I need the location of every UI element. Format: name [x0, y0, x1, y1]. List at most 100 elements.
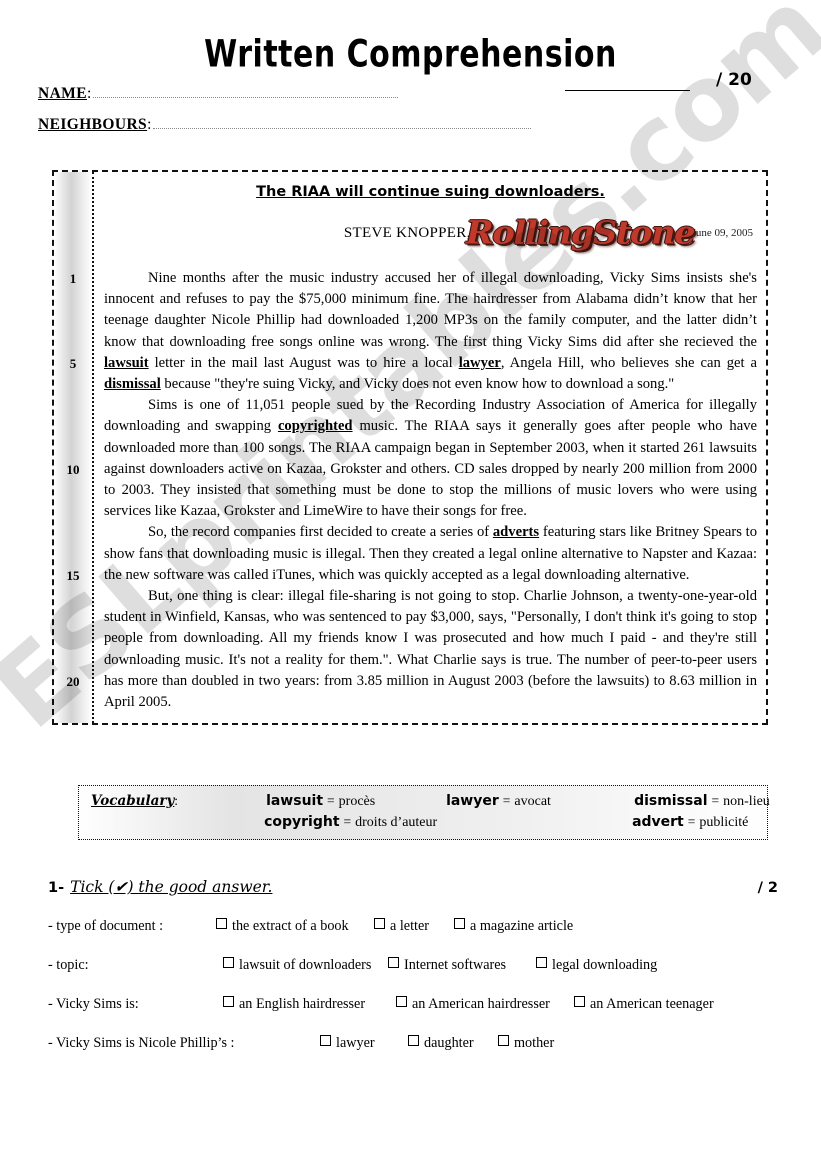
question-options: lawsuit of downloaders Internet software… — [223, 957, 657, 974]
option-label: an American hairdresser — [412, 996, 550, 1012]
checkbox-icon[interactable] — [223, 957, 234, 968]
option-checkbox-item[interactable]: a letter — [374, 918, 454, 935]
option-checkbox-item[interactable]: the extract of a book — [216, 918, 374, 935]
vocabulary-translation: non-lieu — [723, 794, 770, 809]
vocabulary-term: copyright — [264, 814, 340, 830]
article-paragraph: Sims is one of 11,051 people sued by the… — [104, 397, 757, 520]
question-row: - topic: lawsuit of downloaders Internet… — [48, 957, 778, 974]
vocabulary-entry: lawsuit = procès — [266, 793, 446, 810]
vocabulary-equals: = — [343, 814, 352, 829]
vocabulary-box: Vocabulary : lawsuit = procès lawyer = a… — [78, 785, 770, 840]
name-colon: : — [86, 85, 92, 102]
vocabulary-translation: procès — [338, 794, 376, 809]
checkbox-icon[interactable] — [216, 918, 227, 929]
checkbox-icon[interactable] — [374, 918, 385, 929]
article-headline: The RIAA will continue suing downloaders… — [256, 184, 605, 200]
option-checkbox-item[interactable]: an American hairdresser — [396, 996, 574, 1013]
score-entry-line[interactable] — [565, 74, 690, 91]
line-number: 20 — [66, 673, 80, 689]
page-title: Written Comprehension — [204, 32, 617, 77]
vocabulary-entry: dismissal = non-lieu — [634, 793, 770, 810]
option-checkbox-item[interactable]: an English hairdresser — [223, 996, 396, 1013]
option-checkbox-item[interactable]: daughter — [408, 1035, 498, 1052]
glossary-term: copyrighted — [277, 418, 353, 435]
score-area: / 20 — [565, 72, 780, 91]
line-number: 10 — [66, 461, 80, 477]
glossary-term: lawsuit — [104, 354, 149, 371]
question-options: an English hairdresser an American haird… — [223, 996, 714, 1013]
byline-date: June 09, 2005 — [691, 227, 753, 239]
option-label: Internet softwares — [404, 957, 507, 973]
option-label: a letter — [390, 918, 429, 934]
article-byline: STEVE KNOPPER, RollingStone June 09, 200… — [104, 214, 757, 252]
checkbox-icon[interactable] — [498, 1035, 509, 1046]
vocabulary-translation: avocat — [514, 794, 551, 809]
option-label: lawsuit of downloaders — [239, 957, 372, 973]
question-row: - Vicky Sims is Nicole Phillip’s : lawye… — [48, 1035, 778, 1052]
article-paragraph: But, one thing is clear: illegal file-sh… — [104, 588, 757, 711]
option-checkbox-item[interactable]: a magazine article — [454, 918, 573, 935]
vocabulary-translation: publicité — [699, 815, 749, 830]
checkbox-icon[interactable] — [223, 996, 234, 1007]
line-number: 1 — [69, 271, 77, 286]
question-label: - type of document : — [48, 918, 164, 934]
option-checkbox-item[interactable]: lawsuit of downloaders — [223, 957, 388, 974]
line-number-gutter: 1 5 10 15 20 — [54, 172, 94, 724]
vocabulary-entry: lawyer = avocat — [446, 793, 634, 810]
vocabulary-entry: advert = publicité — [632, 814, 748, 831]
question-options: lawyer daughter mother — [320, 1035, 554, 1052]
article-block: 1 5 10 15 20 The RIAA will continue suing do… — [52, 170, 768, 726]
neighbours-label: NEIGHBOURS — [38, 116, 148, 133]
line-number: 15 — [66, 567, 80, 583]
question-options: the extract of a book a letter a magazin… — [216, 918, 573, 935]
glossary-term: adverts — [492, 524, 540, 541]
checkbox-icon[interactable] — [320, 1035, 331, 1046]
glossary-term: dismissal — [104, 376, 161, 393]
question-label: - Vicky Sims is: — [48, 996, 139, 1012]
checkbox-icon[interactable] — [454, 918, 465, 929]
exercise-1-header: 1- Tick (✔) the good answer. / 2 — [48, 878, 778, 896]
option-checkbox-item[interactable]: legal downloading — [536, 957, 657, 974]
option-checkbox-item[interactable]: an American teenager — [574, 996, 714, 1013]
checkbox-icon[interactable] — [388, 957, 399, 968]
article-text: Nine months after the music industry acc… — [104, 268, 757, 713]
vocabulary-equals: = — [711, 793, 720, 808]
vocabulary-term: advert — [632, 814, 684, 830]
name-label: NAME — [38, 85, 87, 102]
article-body: The RIAA will continue suing downloaders… — [94, 172, 766, 723]
option-checkbox-item[interactable]: Internet softwares — [388, 957, 536, 974]
checkbox-icon[interactable] — [536, 957, 547, 968]
name-input-line[interactable] — [93, 86, 399, 98]
vocabulary-equals: = — [327, 793, 335, 808]
question-label: - topic: — [48, 957, 89, 973]
option-checkbox-item[interactable]: mother — [498, 1035, 554, 1052]
exercise-1-points: / 2 — [757, 880, 778, 896]
question-row: - type of document : the extract of a bo… — [48, 918, 778, 935]
line-number: 5 — [69, 355, 77, 371]
vocabulary-row: Vocabulary : copyright = droits d’auteur… — [91, 814, 757, 831]
option-checkbox-item[interactable]: lawyer — [320, 1035, 408, 1052]
neighbours-input-line[interactable] — [153, 117, 532, 129]
checkbox-icon[interactable] — [396, 996, 407, 1007]
article-paragraph: So, the record companies first decided t… — [104, 524, 758, 583]
vocabulary-colon: : — [174, 793, 179, 808]
exercise-1: 1- Tick (✔) the good answer. / 2 - type … — [48, 878, 778, 1052]
checkbox-icon[interactable] — [408, 1035, 419, 1046]
option-label: a magazine article — [470, 918, 574, 934]
vocabulary-translation: droits d’auteur — [355, 815, 438, 830]
vocabulary-equals: = — [502, 793, 511, 808]
question-row: - Vicky Sims is: an English hairdresser … — [48, 996, 778, 1013]
option-label: lawyer — [336, 1035, 375, 1051]
neighbours-field-row: NEIGHBOURS : — [38, 116, 821, 134]
score-total: / 20 — [716, 70, 752, 90]
vocabulary-term: lawyer — [446, 793, 499, 809]
option-label: an English hairdresser — [239, 996, 366, 1012]
option-label: an American teenager — [590, 996, 714, 1012]
checkbox-icon[interactable] — [574, 996, 585, 1007]
vocabulary-row: Vocabulary : lawsuit = procès lawyer = a… — [91, 793, 770, 810]
question-label: - Vicky Sims is Nicole Phillip’s : — [48, 1035, 235, 1051]
vocabulary-label: Vocabulary — [91, 793, 175, 809]
exercise-1-number: 1- — [48, 880, 65, 896]
vocabulary-entry: copyright = droits d’auteur — [264, 814, 444, 831]
exercise-1-instruction: Tick (✔) the good answer. — [70, 878, 273, 896]
